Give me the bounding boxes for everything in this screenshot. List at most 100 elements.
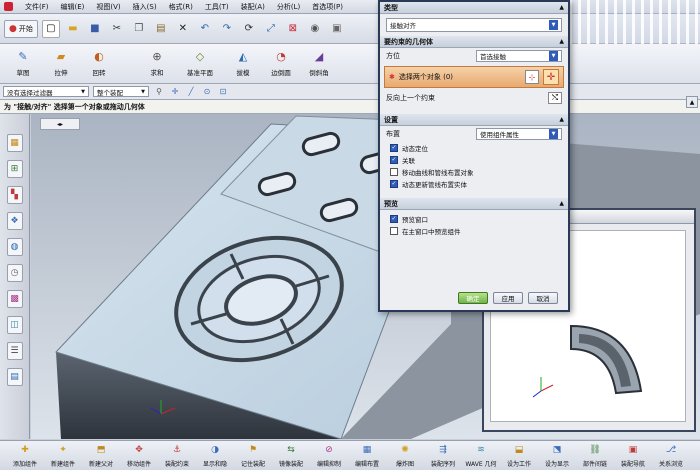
render-style-icon[interactable]: ▣ — [328, 20, 346, 38]
menu-file[interactable]: 文件(F) — [25, 2, 49, 12]
open-folder-icon[interactable]: ▬ — [64, 20, 82, 38]
menu-assembly[interactable]: 装配(A) — [241, 2, 265, 12]
roles-icon[interactable]: ☰ — [6, 342, 23, 360]
tool-relations-browser[interactable]: ⎇ 关系浏览 — [652, 441, 690, 468]
preview-in-main-checkbox[interactable] — [390, 227, 398, 235]
associative-checkbox[interactable]: ✓ — [390, 156, 398, 164]
tool-move-component[interactable]: ✥ 移动组件 — [120, 441, 158, 468]
tool-assembly-navigator[interactable]: ▣ 装配导航 — [614, 441, 652, 468]
assembly-navigator-icon[interactable]: ▦ — [6, 134, 23, 152]
window-expand-icon[interactable]: ▲ — [686, 96, 698, 108]
dynamic-update-row[interactable]: ✓ 动态更新管线布置实体 — [380, 178, 568, 190]
snap-point-icon[interactable]: ✛ — [169, 86, 181, 98]
undo-icon[interactable]: ↶ — [196, 20, 214, 38]
constraint-navigator-icon[interactable]: ⊞ — [6, 160, 23, 178]
start-button[interactable]: ● 开始 — [4, 19, 38, 38]
tool-interpart-link[interactable]: ⛓ 部件间链 — [576, 441, 614, 468]
ok-button[interactable]: 确定 — [458, 292, 488, 304]
datum-plane-icon: ◇ — [195, 49, 205, 63]
tool-exploded-views[interactable]: ✺ 爆炸图 — [386, 441, 424, 468]
type-filter-dropdown[interactable]: 没有选择过滤器 ▼ — [3, 86, 89, 97]
preview-in-main-row[interactable]: 在主窗口中预览组件 — [380, 225, 568, 237]
tool-draft[interactable]: ◭ 拔模 — [224, 44, 262, 78]
tool-new-component[interactable]: ✦ 新建组件 — [44, 441, 82, 468]
tool-make-work-part[interactable]: ⬓ 设为工作 — [500, 441, 538, 468]
copy-icon[interactable]: ❐ — [130, 20, 148, 38]
geometry-section-header[interactable]: 要约束的几何体 ▲ — [380, 36, 568, 48]
assembly-scope-dropdown[interactable]: 整个装配 ▼ — [93, 86, 149, 97]
mid-point-icon[interactable]: ⊙ — [201, 86, 213, 98]
web-browser-icon[interactable]: ◍ — [6, 238, 23, 256]
tool-sketch[interactable]: ✎ 草图 — [4, 44, 42, 78]
preview-window-checkbox[interactable]: ✓ — [390, 215, 398, 223]
dynamic-positioning-checkbox[interactable]: ✓ — [390, 144, 398, 152]
reverse-direction-icon[interactable]: ⤭ — [548, 92, 562, 104]
redo-icon[interactable]: ↷ — [218, 20, 236, 38]
cut-icon[interactable]: ✂ — [108, 20, 126, 38]
part-navigator-icon[interactable]: ▚ — [6, 186, 23, 204]
filter-icon[interactable]: ⚲ — [153, 86, 165, 98]
apply-button[interactable]: 应用 — [493, 292, 523, 304]
tool-revolve[interactable]: ◐ 回转 — [80, 44, 118, 78]
tool-new-parent[interactable]: ⬒ 新建父对 — [82, 441, 120, 468]
paste-icon[interactable]: ▤ — [152, 20, 170, 38]
tool-unite[interactable]: ⊕ 求和 — [138, 44, 176, 78]
preview-window-row[interactable]: ✓ 预览窗口 — [380, 213, 568, 225]
reverse-row: 反向上一个约束 ⤭ — [380, 90, 568, 106]
tool-assembly-sequencing[interactable]: ⇶ 装配序列 — [424, 441, 462, 468]
control-point-icon[interactable]: ⊡ — [217, 86, 229, 98]
menu-insert[interactable]: 插入(S) — [133, 2, 157, 12]
repeat-icon[interactable]: ⟳ — [240, 20, 258, 38]
process-studio-icon[interactable]: ◫ — [6, 316, 23, 334]
orientation-dropdown[interactable]: 首选接触 ▼ — [476, 50, 562, 62]
menu-preferences[interactable]: 首选项(P) — [312, 2, 343, 12]
history-icon[interactable]: ◷ — [6, 264, 23, 282]
tool-mirror-assembly[interactable]: ⇆ 镜像装配 — [272, 441, 310, 468]
tool-assembly-constraints[interactable]: ⚓ 装配约束 — [158, 441, 196, 468]
rotate-view-icon[interactable]: ◉ — [306, 20, 324, 38]
cross-selection-icon[interactable]: ✛ — [543, 69, 559, 85]
reuse-library-icon[interactable]: ❖ — [6, 212, 23, 230]
tool-label: 设为工作 — [506, 461, 531, 468]
dynamic-update-checkbox[interactable]: ✓ — [390, 180, 398, 188]
menu-format[interactable]: 格式(R) — [169, 2, 193, 12]
zoom-icon[interactable]: ⊠ — [284, 20, 302, 38]
orientation-value: 首选接触 — [480, 53, 506, 61]
save-icon[interactable]: ■ — [86, 20, 104, 38]
tool-extrude[interactable]: ▰ 拉伸 — [42, 44, 80, 78]
menu-tools[interactable]: 工具(T) — [205, 2, 229, 12]
graphics-window-tab[interactable]: ◂▸ — [40, 118, 80, 130]
dynamic-positioning-row[interactable]: ✓ 动态定位 — [380, 142, 568, 154]
type-section-header[interactable]: 类型 ▲ — [380, 2, 568, 14]
settings-section-header[interactable]: 设置 ▲ — [380, 114, 568, 126]
associative-row[interactable]: ✓ 关联 — [380, 154, 568, 166]
end-point-icon[interactable]: ╱ — [185, 86, 197, 98]
fit-view-icon[interactable]: ⤢ — [262, 20, 280, 38]
system-scenes-icon[interactable]: ▤ — [6, 368, 23, 386]
preview-section-header[interactable]: 预览 ▲ — [380, 198, 568, 210]
menu-analysis[interactable]: 分析(L) — [277, 2, 300, 12]
tool-chamfer[interactable]: ◢ 倒斜角 — [300, 44, 338, 78]
delete-icon[interactable]: ✕ — [174, 20, 192, 38]
tool-edge-blend[interactable]: ◔ 边倒圆 — [262, 44, 300, 78]
tool-datum-plane[interactable]: ◇ 基准平面 — [176, 44, 224, 78]
assembly-constraints-dialog: 类型 ▲ 接触对齐 ▼ 要约束的几何体 ▲ 方位 首选接触 ▼ ✱ 选择两个对象… — [378, 0, 570, 312]
tool-add-component[interactable]: ✚ 添加组件 — [6, 441, 44, 468]
tool-show-hide[interactable]: ◑ 显示和隐 — [196, 441, 234, 468]
selection-intent-icon[interactable]: ⊹ — [525, 70, 539, 84]
select-objects-row[interactable]: ✱ 选择两个对象 (0) ⊹ ✛ — [384, 66, 564, 88]
menu-edit[interactable]: 编辑(E) — [61, 2, 85, 12]
system-materials-icon[interactable]: ▩ — [6, 290, 23, 308]
new-file-icon[interactable]: ▢ — [41, 19, 60, 38]
move-curves-checkbox[interactable] — [390, 168, 398, 176]
tool-edit-arrangements[interactable]: ▦ 编辑布置 — [348, 441, 386, 468]
menu-view[interactable]: 视图(V) — [96, 2, 120, 12]
constraint-type-dropdown[interactable]: 接触对齐 ▼ — [386, 18, 562, 32]
cancel-button[interactable]: 取消 — [528, 292, 558, 304]
move-curves-row[interactable]: 移动曲线和管线布置对象 — [380, 166, 568, 178]
tool-remember-constraints[interactable]: ⚑ 记住装配 — [234, 441, 272, 468]
tool-edit-suppression[interactable]: ⊘ 编辑抑制 — [310, 441, 348, 468]
tool-wave-geometry[interactable]: ≋ WAVE 几何 — [462, 441, 500, 468]
layout-dropdown[interactable]: 使用组件属性 ▼ — [476, 128, 562, 140]
tool-make-displayed-part[interactable]: ⬔ 设为显示 — [538, 441, 576, 468]
